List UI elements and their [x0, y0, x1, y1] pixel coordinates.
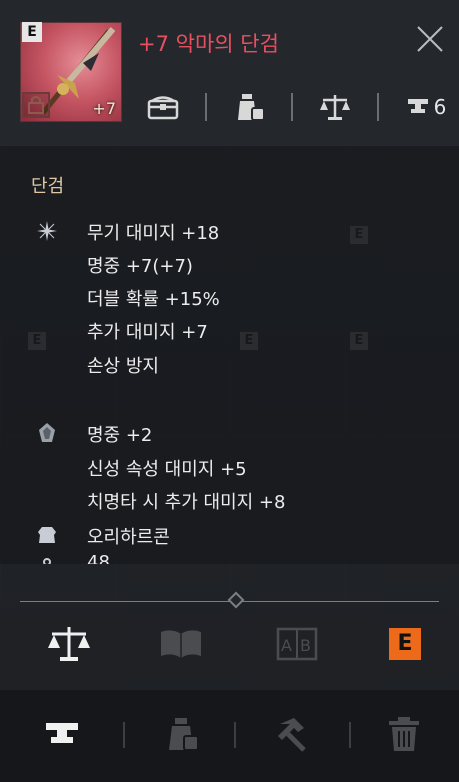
- storage-box-icon: [147, 96, 179, 120]
- hammer-icon: [278, 718, 306, 752]
- weight-icon: [43, 558, 51, 564]
- action-bar: [0, 690, 459, 782]
- item-tooltip-panel: E E E E E E E E +7 +7 악마의 단검: [0, 0, 459, 782]
- compare-book-button[interactable]: [156, 622, 206, 666]
- stat-line: 손상 방지: [87, 356, 159, 377]
- trash-icon: [389, 717, 419, 751]
- grade-filter-button[interactable]: E: [380, 622, 430, 666]
- disassemble-action-button[interactable]: [268, 714, 316, 754]
- delete-action-button[interactable]: [380, 714, 428, 754]
- stat-line: 치명타 시 추가 대미지 +8: [87, 492, 286, 513]
- stat-line: 무기 대미지 +18: [87, 223, 220, 244]
- partial-stat-line: 48: [87, 554, 110, 564]
- material-line: 오리하르콘: [87, 527, 170, 548]
- action-separator: [349, 722, 351, 748]
- anvil-icon: [407, 99, 428, 113]
- ab-compare-icon: A B: [276, 627, 318, 661]
- stat-line: 명중 +2: [87, 425, 153, 446]
- stat-line: 명중 +7(+7): [87, 256, 193, 277]
- svg-text:A: A: [281, 636, 292, 655]
- enhance-count: 6: [433, 95, 447, 119]
- close-icon[interactable]: [415, 24, 445, 54]
- scale-icon: [48, 627, 90, 661]
- book-icon: [161, 630, 201, 658]
- item-title: +7 악마의 단검: [138, 32, 279, 56]
- stat-line: 신성 속성 대미지 +5: [87, 459, 247, 480]
- item-description: 단검 무기 대미지 +18 명중 +7(+7) 더블 확률 +15% 추가 대미…: [0, 146, 459, 564]
- compare-button[interactable]: [310, 89, 360, 125]
- stat-line: 더블 확률 +15%: [87, 289, 220, 310]
- svg-text:B: B: [300, 636, 311, 655]
- potion-bottle-icon: [238, 94, 265, 121]
- toolbar-separator: [377, 93, 379, 121]
- anvil-icon: [46, 723, 78, 743]
- stat-line: 추가 대미지 +7: [87, 322, 208, 343]
- potion-button[interactable]: [224, 89, 274, 125]
- material-hide-icon: [38, 527, 56, 543]
- toolbar-separator: [291, 93, 293, 121]
- compare-ab-button[interactable]: A B: [272, 622, 322, 666]
- sparkle-icon: [37, 221, 57, 241]
- enchant-gem-icon: [39, 423, 55, 442]
- item-header: E +7 +7 악마의 단검 6: [0, 0, 459, 146]
- scale-icon: [320, 95, 350, 120]
- compare-scale-button[interactable]: [44, 622, 94, 666]
- action-separator: [234, 722, 236, 748]
- toolbar-separator: [205, 93, 207, 121]
- grade-e-badge: E: [389, 628, 421, 660]
- action-separator: [123, 722, 125, 748]
- enhance-button[interactable]: 6: [396, 89, 456, 125]
- item-category: 단검: [31, 176, 65, 197]
- compare-bar: A B E: [20, 610, 439, 682]
- grade-badge: E: [22, 22, 42, 42]
- potion-bottle-icon: [169, 718, 199, 751]
- storage-box-button[interactable]: [138, 89, 188, 125]
- item-toolbar: 6: [138, 88, 456, 126]
- potion-action-button[interactable]: [158, 714, 206, 754]
- enhance-action-button[interactable]: [38, 714, 86, 754]
